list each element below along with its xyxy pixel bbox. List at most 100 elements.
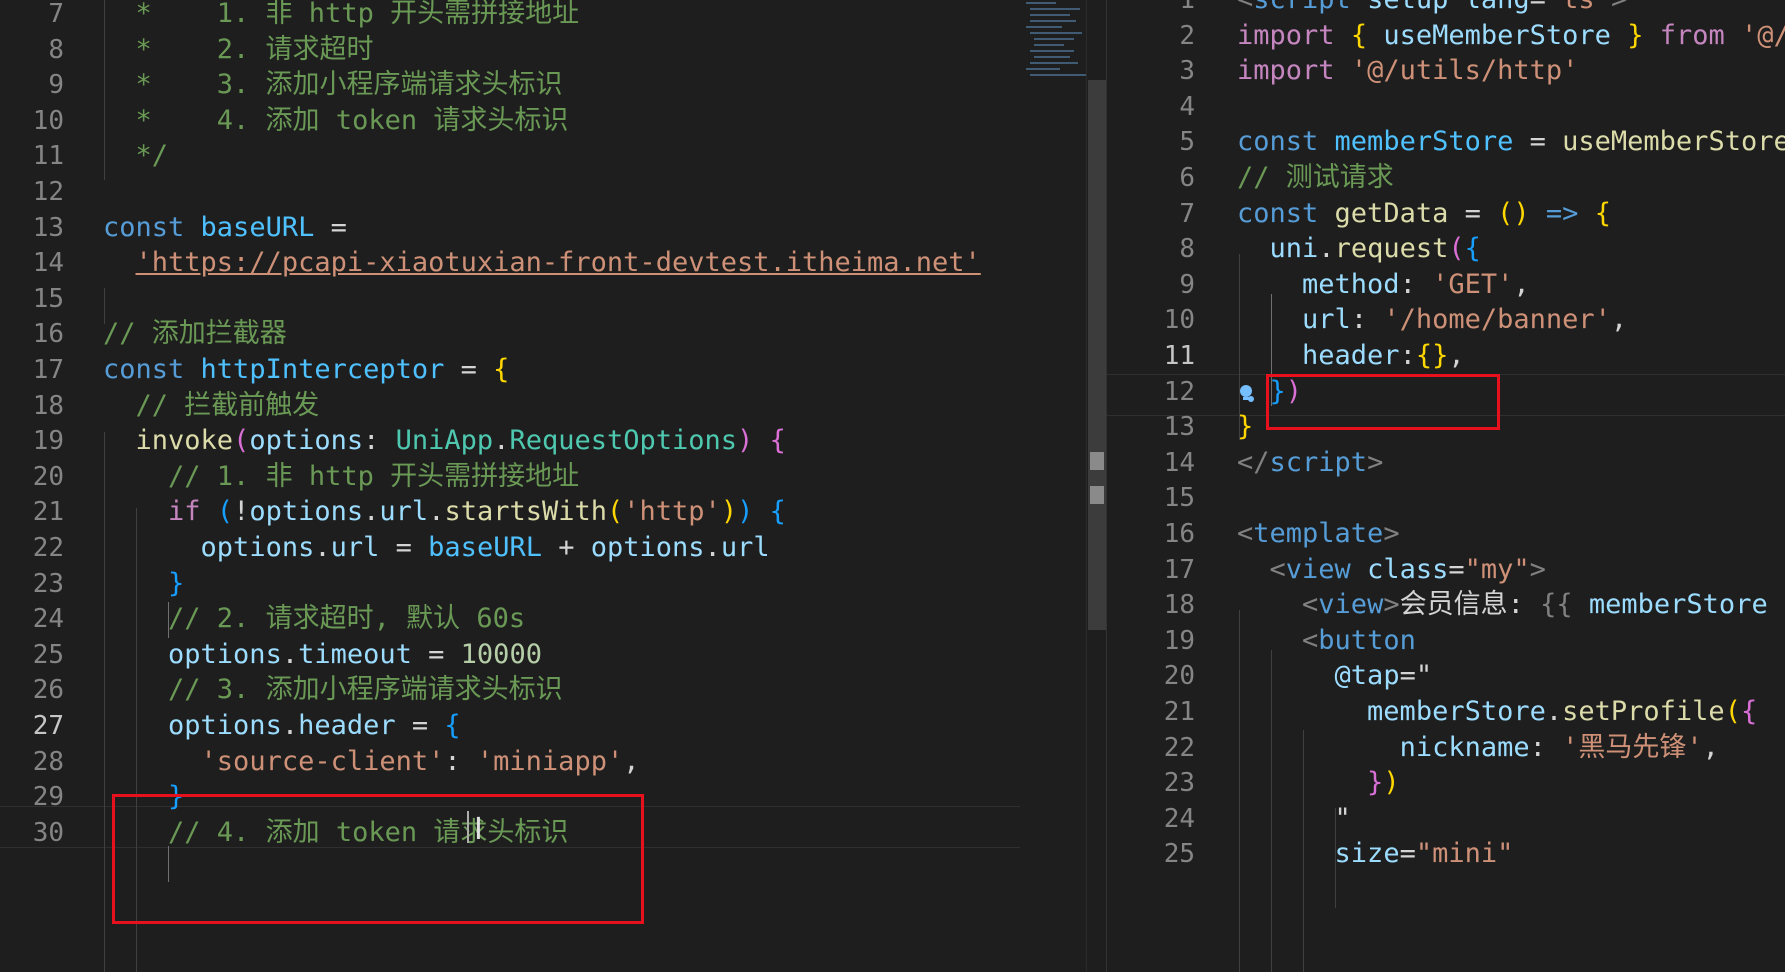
minimap[interactable] [1022,0,1092,90]
code-line[interactable]: 25 options.timeout = 10000 [0,635,1020,675]
line-number: 22 [32,533,64,563]
indent-guide [104,288,105,324]
code-line[interactable]: 20 // 1. 非 http 开头需拼接地址 [0,457,1020,497]
code-line[interactable]: 3 import '@/utils/http' [1107,51,1785,91]
code-line[interactable]: 18 <view>会员信息: {{ memberStore [1107,585,1785,625]
code-line[interactable]: 25 size="mini" [1107,834,1785,874]
code-line[interactable]: 19 <button [1107,621,1785,661]
indent-guide [104,432,105,972]
code-token: , [1513,268,1530,300]
code-token: > [1611,0,1627,15]
code-line[interactable]: 28 'source-client': 'miniapp', [0,742,1020,782]
code-line[interactable]: 21 if (!options.url.startsWith('http')) … [0,492,1020,532]
code-token: . [428,496,445,528]
code-token: options [200,532,315,563]
lightbulb-icon[interactable] [1238,384,1254,404]
code-token: . [314,532,331,563]
code-text: // 1. 非 http 开头需拼接地址 [103,457,579,497]
code-line[interactable]: 18 // 拦截前触发 [0,386,1020,426]
line-number: 22 [1163,732,1195,763]
code-line[interactable]: 12 [0,172,1020,212]
code-token: : [444,745,477,777]
code-line[interactable]: 10 * 4. 添加 token 请求头标识 [0,101,1020,141]
code-text: // 测试请求 [1237,158,1394,198]
line-number: 24 [32,604,64,635]
code-token: baseURL [428,532,542,563]
code-line[interactable]: 22 nickname: '黑马先锋', [1107,728,1785,768]
code-token: } [168,567,185,599]
code-text: options.url = baseURL + options.url [103,528,770,568]
code-token: { [1350,19,1368,51]
code-line[interactable]: 9 method: 'GET', [1107,265,1785,305]
code-line[interactable]: 22 options.url = baseURL + options.url [0,528,1020,568]
code-line[interactable]: 16 <template> [1107,514,1785,554]
code-token: RequestOptions [509,425,738,457]
code-text: 'source-client': 'miniapp', [103,742,640,782]
code-line[interactable]: 11 header:{}, [1107,336,1785,376]
code-token: memberStore [1588,589,1768,621]
code-line[interactable]: 20 @tap=" [1107,656,1785,696]
code-line[interactable]: 17 <view class="my"> [1107,550,1785,590]
line-number: 19 [32,426,64,457]
code-line[interactable]: 15 [0,279,1020,319]
code-token: = [314,211,347,243]
code-line[interactable]: 8 * 2. 请求超时 [0,30,1020,70]
code-text: uni.request({ [1237,229,1481,269]
code-token: = [379,532,429,563]
code-token: useMemberStore [1562,126,1785,158]
code-text: nickname: '黑马先锋', [1237,728,1719,768]
code-line[interactable]: 11 */ [0,136,1020,176]
line-number: 7 [1179,198,1195,229]
code-token: if [168,496,201,528]
code-token: + [541,532,591,563]
code-line[interactable]: 5 const memberStore = useMemberStore() [1107,122,1785,162]
code-line[interactable]: 24 // 2. 请求超时, 默认 60s [0,599,1020,639]
code-line[interactable]: 19 invoke(options: UniApp.RequestOptions… [0,421,1020,461]
code-line[interactable]: 14 'https://pcapi-xiaotuxian-front-devte… [0,243,1020,283]
code-text: // 3. 添加小程序端请求头标识 [103,670,563,710]
scrollbar-thumb[interactable] [1088,80,1106,630]
code-token: ! [233,496,250,528]
code-line[interactable]: 21 memberStore.setProfile({ [1107,692,1785,732]
code-token: // 2. 请求超时, 默认 60s [168,603,526,635]
code-line[interactable]: 14 </script> [1107,443,1785,483]
code-token: = [395,710,445,741]
line-number: 23 [1163,768,1195,799]
code-text: <view class="my"> [1237,550,1546,590]
left-editor-pane[interactable]: 7 * 1. 非 http 开头需拼接地址 8 * 2. 请求超时 9 * 3. 添… [0,0,1020,972]
line-number: 8 [1179,234,1195,265]
code-token: button [1318,624,1416,656]
code-line[interactable]: 10 url: '/home/banner', [1107,300,1785,340]
code-token: = [1448,553,1465,585]
code-line[interactable]: 9 * 3. 添加小程序端请求头标识 [0,65,1020,105]
annotation-box-header [1266,374,1500,430]
code-line[interactable]: 7 const getData = () => { [1107,194,1785,234]
code-text: * 4. 添加 token 请求头标识 [103,101,569,141]
right-editor-pane[interactable]: 1<script setup lang="ts">2import { useMe… [1107,0,1785,972]
code-line[interactable]: 6 // 测试请求 [1107,158,1785,198]
code-token: > [1383,518,1400,549]
line-number: 4 [1179,91,1195,122]
code-line[interactable]: 26 // 3. 添加小程序端请求头标识 [0,670,1020,710]
code-token: url [1302,304,1351,336]
line-number: 10 [1163,305,1195,336]
code-line[interactable]: 2 import { useMemberStore } from '@/store… [1107,16,1785,56]
code-line[interactable]: 16 // 添加拦截器 [0,314,1020,354]
code-line[interactable]: 23 }) [1107,763,1785,803]
code-line[interactable]: 4 [1107,87,1785,127]
code-line[interactable]: 17 const httpInterceptor = { [0,350,1020,390]
code-line[interactable]: 15 [1107,478,1785,518]
code-line[interactable]: 13 const baseURL = [0,208,1020,248]
code-line[interactable]: 23 } [0,564,1020,604]
code-token: @tap [1334,660,1400,692]
code-token: request [1334,233,1449,265]
indent-guide [1239,254,1240,440]
code-token: options [168,710,282,741]
code-line[interactable]: 24 " [1107,799,1785,839]
code-line[interactable]: 8 uni.request({ [1107,229,1785,269]
code-line[interactable]: 27 options.header = { [0,706,1020,746]
